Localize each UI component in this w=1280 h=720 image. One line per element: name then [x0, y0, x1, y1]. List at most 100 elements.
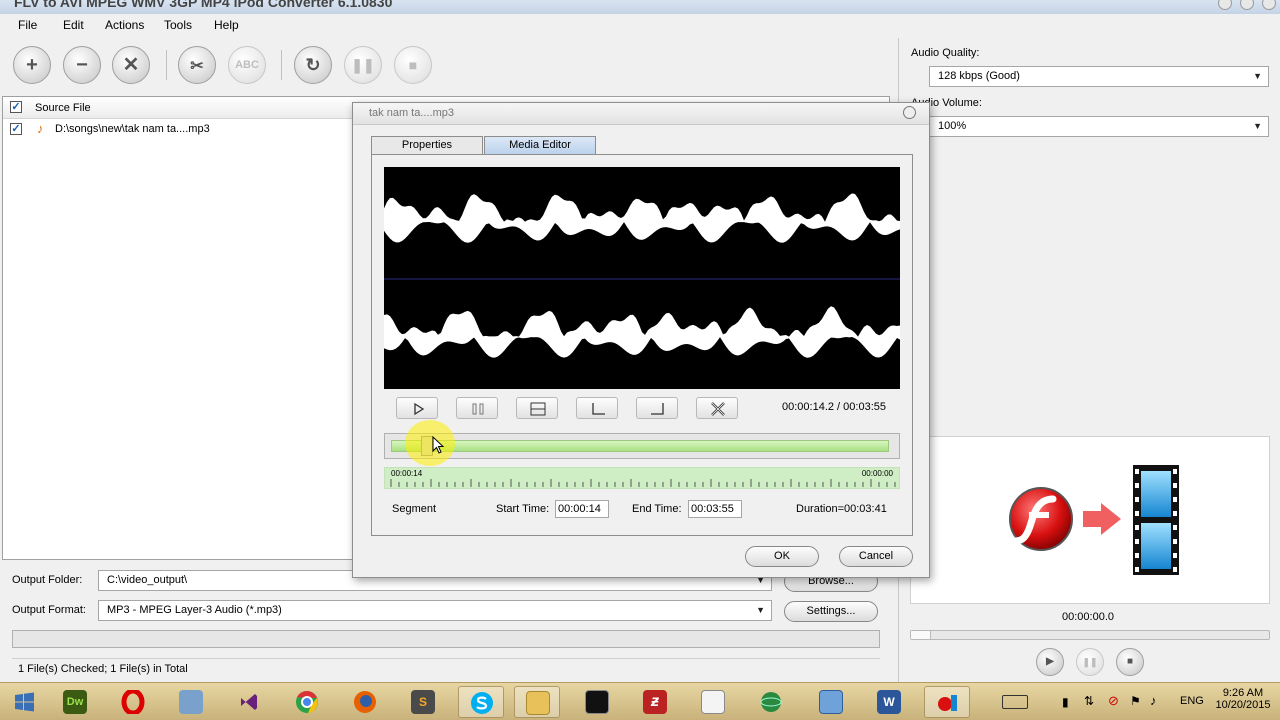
network-tray-icon[interactable]: ⇅ — [1084, 694, 1094, 708]
minimize-button[interactable] — [1218, 0, 1232, 10]
word-icon: W — [877, 690, 901, 714]
command-prompt-icon — [585, 690, 609, 714]
output-format-select[interactable]: MP3 - MPEG Layer-3 Audio (*.mp3) ▼ — [98, 600, 772, 621]
taskbar-app-network[interactable] — [168, 686, 214, 718]
taskbar-app-chrome[interactable] — [284, 686, 330, 718]
taskbar-app-filezilla[interactable]: ƶ — [632, 686, 678, 718]
list-item[interactable]: ✓ ♪ D:\songs\new\tak nam ta....mp3 — [3, 121, 353, 139]
preview-pause-button[interactable]: ❚❚ — [1076, 648, 1104, 676]
visual-studio-icon — [237, 690, 261, 714]
network-icon — [179, 690, 203, 714]
close-button[interactable] — [1262, 0, 1276, 10]
audio-volume-select[interactable]: 100% ▼ — [929, 116, 1269, 137]
rename-icon: ABC — [235, 59, 259, 71]
taskbar-app-visual-studio[interactable] — [226, 686, 272, 718]
start-time-label: Start Time: — [496, 503, 550, 515]
antivirus-icon[interactable]: ⊘ — [1108, 693, 1119, 709]
reset-segment-button[interactable] — [696, 397, 738, 419]
stop-icon: ■ — [1126, 656, 1134, 667]
pause-button[interactable]: ❚❚ — [344, 46, 382, 84]
taskbar-app-explorer[interactable] — [514, 686, 560, 718]
reset-icon — [711, 402, 725, 416]
audio-quality-value: 128 kbps (Good) — [938, 70, 1020, 82]
menu-tools[interactable]: Tools — [164, 18, 192, 32]
converter-icon — [936, 691, 960, 715]
menu-file[interactable]: File — [18, 18, 37, 32]
menu-help[interactable]: Help — [214, 18, 239, 32]
clock-date: 10/20/2015 — [1215, 699, 1271, 711]
convert-button[interactable]: ↻ — [294, 46, 332, 84]
output-folder-value: C:\video_output\ — [107, 574, 188, 586]
taskbar-app-cmd[interactable] — [574, 686, 620, 718]
tray-icon[interactable]: ▮ — [1062, 695, 1069, 709]
clear-button[interactable]: ✕ — [112, 46, 150, 84]
mark-end-icon — [651, 403, 664, 415]
action-center-icon[interactable]: ⚑ — [1130, 694, 1141, 708]
media-editor-panel: 00:00:14.2 / 00:03:55 00:00:14 00:00:00 … — [371, 154, 913, 536]
conversion-progress-bar — [12, 630, 880, 648]
filezilla-icon: ƶ — [643, 690, 667, 714]
preview-seek-slider[interactable] — [910, 630, 1270, 640]
set-end-button[interactable] — [636, 397, 678, 419]
clock[interactable]: 9:26 AM 10/20/2015 — [1212, 687, 1274, 711]
media-play-button[interactable] — [396, 397, 438, 419]
preview-seek-thumb[interactable] — [911, 631, 931, 639]
dialog-close-button[interactable] — [903, 106, 916, 119]
ok-button[interactable]: OK — [745, 546, 819, 567]
stop-icon: ■ — [408, 57, 418, 73]
output-folder-label: Output Folder: — [12, 574, 83, 586]
taskbar-app-skype[interactable] — [458, 686, 504, 718]
set-start-button[interactable] — [576, 397, 618, 419]
taskbar-app-dreamweaver[interactable]: Dw — [52, 686, 98, 718]
tab-properties[interactable]: Properties — [371, 136, 483, 154]
taskbar-app-globe[interactable] — [748, 686, 794, 718]
file-checkbox[interactable]: ✓ — [10, 123, 22, 135]
language-indicator[interactable]: ENG — [1180, 695, 1204, 707]
tab-media-editor[interactable]: Media Editor — [484, 136, 596, 154]
preview-play-button[interactable]: ▶ — [1036, 648, 1064, 676]
preview-time: 00:00:00.0 — [1062, 611, 1114, 623]
taskbar-app-desktop[interactable] — [808, 686, 854, 718]
menu-actions[interactable]: Actions — [105, 18, 144, 32]
settings-button[interactable]: Settings... — [784, 601, 878, 622]
cancel-button[interactable]: Cancel — [839, 546, 913, 567]
taskbar-app-sheet[interactable] — [690, 686, 736, 718]
clear-icon: ✕ — [122, 54, 140, 76]
waveform-display[interactable] — [384, 167, 900, 389]
audio-quality-select[interactable]: 128 kbps (Good) ▼ — [929, 66, 1269, 87]
status-bar: 1 File(s) Checked; 1 File(s) in Total — [12, 658, 880, 678]
rename-button[interactable]: ABC — [228, 46, 266, 84]
waveform-left-channel — [384, 193, 900, 243]
taskbar-app-opera[interactable] — [110, 686, 156, 718]
dialog-title: tak nam ta....mp3 — [369, 107, 454, 119]
taskbar-app-word[interactable]: W — [866, 686, 912, 718]
select-all-checkbox[interactable]: ✓ — [10, 101, 22, 113]
source-file-column-header[interactable]: Source File — [35, 102, 91, 114]
remove-file-button[interactable]: − — [63, 46, 101, 84]
spreadsheet-icon — [701, 690, 725, 714]
menu-edit[interactable]: Edit — [63, 18, 84, 32]
preview-stop-button[interactable]: ■ — [1116, 648, 1144, 676]
media-stop-button[interactable] — [516, 397, 558, 419]
stop-button[interactable]: ■ — [394, 46, 432, 84]
maximize-button[interactable] — [1240, 0, 1254, 10]
taskbar-app-sublime[interactable]: S — [400, 686, 446, 718]
volume-icon[interactable]: ♪ — [1150, 693, 1157, 708]
media-seek-bar[interactable] — [384, 433, 900, 459]
menu-bar: File Edit Actions Tools Help — [0, 16, 1280, 36]
taskbar-app-converter[interactable] — [924, 686, 970, 718]
add-file-button[interactable]: + — [13, 46, 51, 84]
start-button[interactable] — [2, 686, 46, 718]
media-pause-button[interactable] — [456, 397, 498, 419]
clip-button[interactable]: ✂ — [178, 46, 216, 84]
start-time-input[interactable]: 00:00:14 — [555, 500, 609, 518]
taskbar-app-firefox[interactable] — [342, 686, 388, 718]
time-ruler: 00:00:14 00:00:00 — [384, 467, 900, 489]
clock-time: 9:26 AM — [1222, 687, 1264, 699]
keyboard-icon[interactable] — [1002, 695, 1028, 709]
end-time-input[interactable]: 00:03:55 — [688, 500, 742, 518]
globe-icon — [759, 690, 783, 714]
audio-file-icon: ♪ — [37, 121, 44, 136]
audio-volume-value: 100% — [938, 120, 967, 132]
chevron-down-icon: ▼ — [1253, 71, 1262, 81]
